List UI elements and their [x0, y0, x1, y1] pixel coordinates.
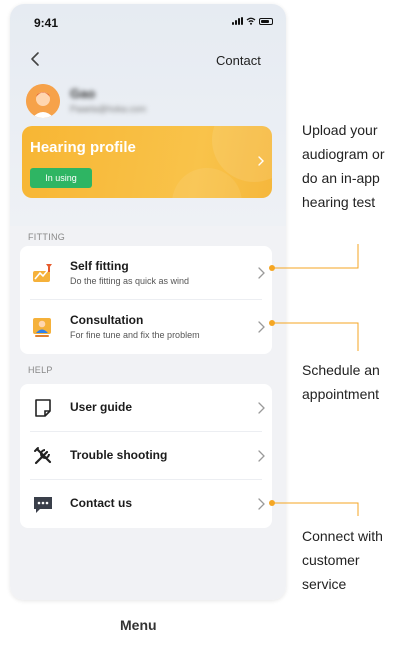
connect-annotation: Connect with customer service	[302, 524, 383, 596]
user-guide-row[interactable]: User guide	[20, 384, 272, 432]
chevron-left-icon[interactable]	[28, 51, 44, 67]
annotation-line: Connect with	[302, 528, 383, 544]
self-fitting-row[interactable]: Self fitting Do the fitting as quick as …	[20, 246, 272, 300]
battery-icon	[259, 18, 273, 25]
help-section-label: HELP	[28, 365, 53, 375]
self-fitting-subtitle: Do the fitting as quick as wind	[70, 276, 190, 286]
status-icons	[232, 17, 273, 25]
chevron-right-icon	[258, 267, 265, 279]
annotation-line: audiogram or	[302, 146, 385, 162]
trouble-shooting-title: Trouble shooting	[70, 448, 168, 462]
document-icon	[35, 399, 51, 417]
fitting-group: Self fitting Do the fitting as quick as …	[20, 246, 272, 354]
chevron-right-icon	[258, 321, 265, 333]
fitting-section-label: FITTING	[28, 232, 66, 242]
self-fitting-title: Self fitting	[70, 259, 129, 273]
signal-icon	[232, 17, 243, 25]
contact-us-title: Contact us	[70, 496, 133, 510]
chevron-right-icon	[258, 498, 265, 510]
consultation-row[interactable]: Consultation For fine tune and fix the p…	[20, 300, 272, 354]
chevron-right-icon	[258, 450, 265, 462]
upload-annotation: Upload your audiogram or do an in-app he…	[302, 118, 385, 214]
user-avatar-icon	[26, 84, 60, 118]
annotation-line: service	[302, 576, 347, 592]
in-use-badge: In using	[30, 168, 92, 188]
annotation-line: Schedule an	[302, 362, 380, 378]
help-group: User guide Trouble shooting Contact us	[20, 384, 272, 528]
annotation-line: hearing test	[302, 194, 376, 210]
callout-dot	[269, 265, 275, 271]
annotation-line: Upload your	[302, 122, 378, 138]
consultation-subtitle: For fine tune and fix the problem	[70, 330, 200, 340]
consultation-title: Consultation	[70, 313, 144, 327]
status-time: 9:41	[34, 16, 59, 30]
chevron-right-icon	[258, 402, 265, 414]
schedule-annotation: Schedule an appointment	[302, 358, 380, 406]
wifi-icon	[246, 17, 256, 25]
annotation-line: do an in-app	[302, 170, 380, 186]
menu-caption: Menu	[120, 617, 157, 633]
callout-dot	[269, 320, 275, 326]
annotation-line: appointment	[302, 386, 380, 402]
chevron-right-icon	[258, 156, 264, 166]
chat-icon	[34, 497, 52, 513]
annotation-line: customer	[302, 552, 360, 568]
user-guide-title: User guide	[70, 400, 133, 414]
contact-us-row[interactable]: Contact us	[20, 480, 272, 528]
trouble-shooting-row[interactable]: Trouble shooting	[20, 432, 272, 480]
user-email: Paaela@hoka.com	[70, 104, 147, 114]
callout-dot	[269, 500, 275, 506]
self-fitting-icon	[33, 264, 52, 282]
hearing-profile-card[interactable]: Hearing profile In using	[22, 126, 272, 198]
avatar[interactable]	[26, 84, 60, 118]
contact-link[interactable]: Contact	[216, 53, 261, 68]
wrench-icon	[34, 447, 52, 465]
consultation-icon	[33, 318, 51, 337]
hearing-profile-title: Hearing profile	[30, 139, 136, 156]
user-name: Gao	[70, 86, 96, 101]
phone-screen: 9:41 Contact Gao Paaela@hoka.com Hearing…	[10, 4, 286, 600]
